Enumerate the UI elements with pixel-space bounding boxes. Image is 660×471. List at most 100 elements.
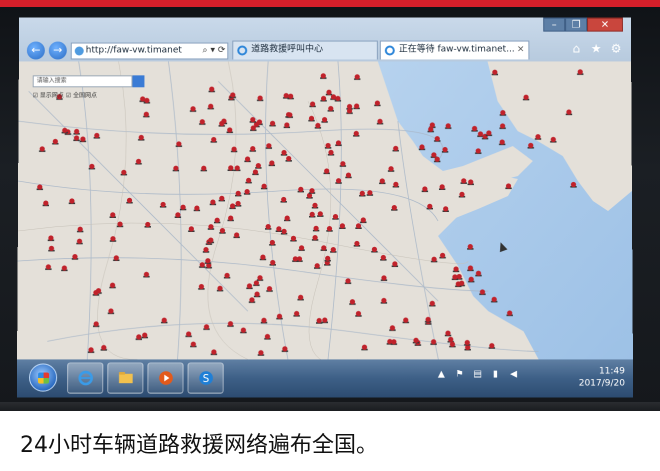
rescue-point-marker[interactable]	[218, 195, 226, 202]
rescue-point-marker[interactable]	[447, 336, 454, 343]
rescue-point-marker[interactable]	[226, 320, 234, 327]
taskbar-app-s[interactable]: S	[187, 362, 224, 394]
rescue-point-marker[interactable]	[144, 221, 151, 228]
rescue-point-marker[interactable]	[313, 262, 321, 269]
rescue-point-marker[interactable]	[392, 181, 400, 188]
rescue-point-marker[interactable]	[174, 212, 182, 218]
tab-close-icon[interactable]: ×	[517, 42, 525, 59]
home-icon[interactable]: ⌂	[569, 42, 583, 56]
rescue-point-marker[interactable]	[379, 178, 386, 185]
rescue-point-marker[interactable]	[359, 190, 366, 197]
taskbar-ie[interactable]	[67, 362, 104, 394]
rescue-point-marker[interactable]	[430, 339, 437, 345]
rescue-point-marker[interactable]	[61, 127, 69, 134]
rescue-point-marker[interactable]	[452, 266, 459, 272]
rescue-point-marker[interactable]	[93, 133, 101, 139]
rescue-point-marker[interactable]	[275, 313, 283, 320]
rescue-point-marker[interactable]	[45, 263, 52, 270]
rescue-point-marker[interactable]	[112, 255, 120, 261]
rescue-point-marker[interactable]	[189, 340, 197, 348]
rescue-point-marker[interactable]	[120, 169, 128, 176]
rescue-point-marker[interactable]	[464, 339, 471, 346]
rescue-point-marker[interactable]	[107, 307, 114, 314]
rescue-point-marker[interactable]	[412, 337, 420, 344]
rescue-point-marker[interactable]	[259, 254, 266, 261]
rescue-point-marker[interactable]	[141, 331, 148, 339]
rescue-point-marker[interactable]	[275, 226, 282, 232]
rescue-point-marker[interactable]	[256, 274, 263, 281]
rescue-point-marker[interactable]	[252, 169, 259, 176]
rescue-point-marker[interactable]	[255, 163, 262, 169]
rescue-point-marker[interactable]	[428, 300, 435, 307]
restore-button[interactable]: ❐	[565, 17, 588, 32]
rescue-point-marker[interactable]	[359, 217, 367, 224]
rescue-point-marker[interactable]	[135, 333, 142, 340]
battery-icon[interactable]: ▮	[491, 369, 501, 379]
rescue-point-marker[interactable]	[317, 211, 324, 217]
rescue-point-marker[interactable]	[202, 246, 210, 253]
rescue-point-marker[interactable]	[284, 122, 291, 129]
rescue-point-marker[interactable]	[324, 255, 331, 262]
rescue-point-marker[interactable]	[280, 345, 288, 352]
rescue-point-marker[interactable]	[257, 350, 265, 356]
rescue-point-marker[interactable]	[321, 117, 329, 123]
rescue-point-marker[interactable]	[354, 310, 361, 317]
address-bar[interactable]: http://faw-vw.timanet ⌕ ▾ ⟳	[70, 42, 229, 60]
rescue-point-marker[interactable]	[252, 279, 260, 286]
rescue-point-marker[interactable]	[388, 166, 395, 172]
rescue-point-marker[interactable]	[209, 86, 216, 93]
rescue-point-marker[interactable]	[281, 150, 288, 156]
rescue-point-marker[interactable]	[100, 344, 107, 351]
rescue-point-marker[interactable]	[213, 217, 221, 224]
rescue-point-marker[interactable]	[283, 215, 291, 222]
rescue-point-marker[interactable]	[320, 96, 328, 102]
rescue-point-marker[interactable]	[253, 291, 260, 298]
rescue-point-marker[interactable]	[328, 106, 335, 112]
rescue-point-marker[interactable]	[353, 103, 361, 110]
rescue-point-marker[interactable]	[438, 252, 446, 259]
back-button[interactable]: ←	[26, 41, 45, 60]
rescue-point-marker[interactable]	[280, 196, 287, 203]
rescue-point-marker[interactable]	[39, 146, 46, 153]
tab-loading[interactable]: 正在等待 faw-vw.timanet... ×	[379, 40, 530, 60]
rescue-point-marker[interactable]	[193, 205, 201, 212]
gear-icon[interactable]: ⚙	[609, 42, 623, 56]
rescue-point-marker[interactable]	[249, 146, 257, 152]
rescue-point-marker[interactable]	[109, 212, 116, 218]
rescue-point-marker[interactable]	[207, 103, 215, 110]
rescue-point-marker[interactable]	[229, 203, 236, 210]
rescue-point-marker[interactable]	[320, 245, 327, 251]
rescue-point-marker[interactable]	[380, 274, 387, 281]
rescue-point-marker[interactable]	[261, 183, 268, 190]
rescue-point-marker[interactable]	[315, 123, 322, 129]
rescue-point-marker[interactable]	[268, 239, 276, 246]
rescue-point-marker[interactable]	[36, 184, 44, 191]
clock[interactable]: 11:49 2017/9/20	[579, 365, 625, 389]
rescue-point-marker[interactable]	[265, 285, 273, 292]
rescue-point-marker[interactable]	[269, 259, 276, 266]
rescue-point-marker[interactable]	[226, 127, 234, 134]
rescue-point-marker[interactable]	[339, 223, 346, 229]
rescue-point-marker[interactable]	[92, 320, 100, 327]
rescue-point-marker[interactable]	[235, 190, 242, 197]
rescue-point-marker[interactable]	[391, 261, 398, 267]
rescue-point-marker[interactable]	[244, 156, 251, 163]
rescue-point-marker[interactable]	[353, 240, 360, 247]
rescue-point-marker[interactable]	[326, 89, 333, 96]
rescue-point-marker[interactable]	[207, 224, 215, 230]
rescue-point-marker[interactable]	[234, 200, 242, 207]
rescue-point-marker[interactable]	[207, 237, 214, 244]
rescue-point-marker[interactable]	[243, 189, 251, 195]
rescue-point-marker[interactable]	[320, 316, 328, 323]
rescue-point-marker[interactable]	[260, 317, 267, 324]
map-options[interactable]: ☑ 显示网点 ☑ 全国网点	[33, 90, 97, 99]
rescue-point-marker[interactable]	[444, 330, 452, 337]
rescue-point-marker[interactable]	[320, 73, 328, 80]
rescue-point-marker[interactable]	[209, 199, 217, 206]
rescue-point-marker[interactable]	[264, 223, 272, 230]
rescue-point-marker[interactable]	[79, 136, 87, 143]
rescue-point-marker[interactable]	[315, 317, 322, 324]
rescue-point-marker[interactable]	[184, 330, 192, 337]
rescue-point-marker[interactable]	[199, 119, 206, 126]
rescue-point-marker[interactable]	[71, 253, 79, 260]
